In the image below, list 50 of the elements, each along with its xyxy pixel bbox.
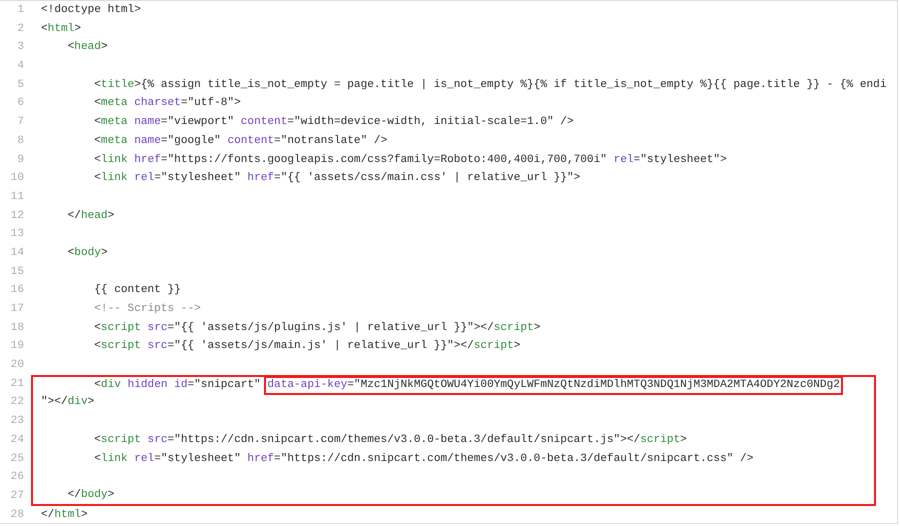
line-number: 24 bbox=[10, 432, 24, 448]
line-number: 23 bbox=[10, 414, 24, 430]
code-line: <link href="https://fonts.googleapis.com/css?family=Roboto:400,400i,700,700i" rel="stylesheet"> bbox=[93, 152, 727, 168]
line-number: 17 bbox=[10, 302, 24, 318]
code-line: <script src="{{ 'assets/js/plugins.js' | relative_url }}"></script> bbox=[93, 320, 540, 336]
line-number: 3 bbox=[17, 40, 24, 56]
line-number: 28 bbox=[10, 508, 24, 523]
code-line: </body> bbox=[66, 488, 114, 503]
line-number: 5 bbox=[17, 78, 24, 93]
line-number: 15 bbox=[10, 264, 24, 280]
line-number: 10 bbox=[10, 171, 24, 186]
line-number: 22 bbox=[10, 395, 24, 410]
code-line: {{ content }} bbox=[93, 283, 181, 298]
line-number: 8 bbox=[17, 134, 24, 149]
line-number: 12 bbox=[10, 208, 24, 224]
line-number: 18 bbox=[10, 320, 24, 336]
code-line: <link rel="stylesheet" href="https://cdn.snipcart.com/themes/v3.0.0-beta.3/default/snipcart.css" /> bbox=[93, 452, 754, 467]
code-line: </html> bbox=[41, 508, 88, 523]
code-line: <meta name="viewport" content="width=device-width, initial-scale=1.0" /> bbox=[93, 115, 574, 130]
line-number: 26 bbox=[10, 470, 24, 486]
code-line: <body> bbox=[66, 246, 108, 261]
line-number: 14 bbox=[10, 246, 24, 261]
line-number: 25 bbox=[10, 452, 24, 467]
line-number: 4 bbox=[17, 59, 24, 74]
line-number: 20 bbox=[10, 358, 24, 374]
code-line: </head> bbox=[66, 208, 114, 224]
code-line: <div hidden id="snipcart" bbox=[93, 378, 262, 393]
line-number: 1 bbox=[17, 3, 24, 18]
code-line: <!doctype html> bbox=[41, 3, 141, 18]
line-number: 19 bbox=[10, 339, 24, 354]
code-line: "></div> bbox=[41, 395, 94, 410]
code-line: <meta charset="utf-8"> bbox=[93, 96, 241, 112]
code-line: <title>{% assign title_is_not_empty = page.title | is_not_empty %}{% if title_is_not_empty %}{{ page.title }} - {% endi bbox=[93, 78, 886, 93]
code-line: <html> bbox=[41, 22, 81, 37]
line-number: 11 bbox=[10, 190, 24, 205]
line-number: 21 bbox=[10, 376, 24, 392]
code-line: <head> bbox=[66, 40, 108, 56]
line-number: 9 bbox=[17, 152, 24, 168]
code-line: <link rel="stylesheet" href="{{ 'assets/css/main.css' | relative_url }}"> bbox=[93, 171, 580, 186]
line-number: 7 bbox=[17, 115, 24, 130]
line-number: 2 bbox=[17, 22, 24, 37]
line-number: 13 bbox=[10, 227, 24, 242]
highlighted-code: data-api-key="Mzc1NjNkMGQtOWU4Yi00YmQyLWFmNzQtNzdiMDlhMTQ3NDQ1NjM3MDA2MTA4ODY2Nzc0NDg2 bbox=[264, 376, 843, 395]
code-line: <meta name="google" content="notranslate" /> bbox=[93, 134, 388, 149]
code-line: <script src="{{ 'assets/js/main.js' | relative_url }}"></script> bbox=[93, 339, 520, 354]
line-number: 27 bbox=[10, 488, 24, 504]
line-number: 6 bbox=[17, 96, 24, 112]
code-line: <script src="https://cdn.snipcart.com/themes/v3.0.0-beta.3/default/snipcart.js"></script> bbox=[93, 432, 687, 448]
code-line: <!-- Scripts --> bbox=[93, 302, 201, 318]
line-number: 16 bbox=[10, 283, 24, 298]
